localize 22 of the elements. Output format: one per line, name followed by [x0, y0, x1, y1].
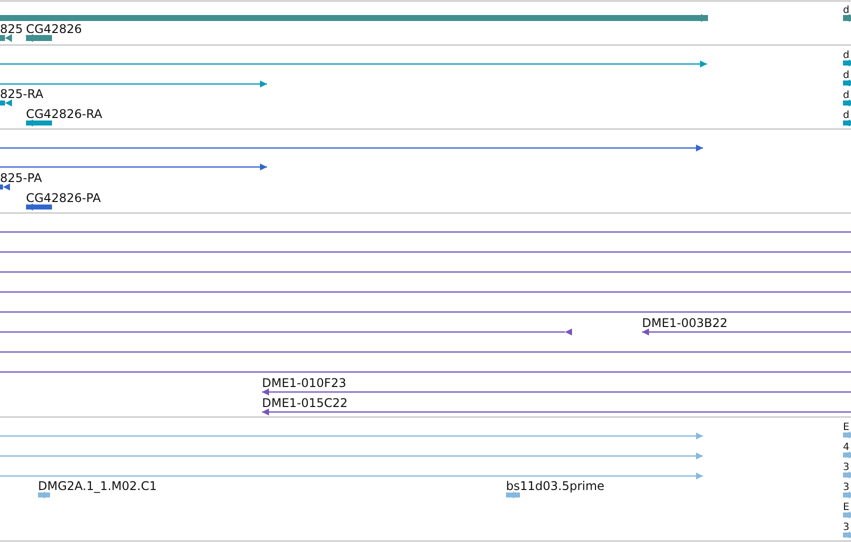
feature-label: 3 — [843, 482, 850, 493]
feature-label: E — [843, 422, 850, 433]
feature-label: 825-PA — [0, 171, 42, 185]
feature-label: 3 — [843, 522, 850, 533]
feature-label: DME1-015C22 — [262, 396, 348, 410]
feature-label: DME1-010F23 — [262, 376, 346, 390]
feature-label: 825 — [0, 22, 23, 36]
feature-label: d — [843, 5, 850, 16]
feature-label: CG42826 — [26, 22, 82, 36]
feature-label: CG42826-RA — [26, 107, 102, 121]
feature-label: E — [843, 502, 850, 513]
feature-label: 825-RA — [0, 87, 44, 101]
feature-label: DMG2A.1_1.M02.C1 — [38, 479, 157, 493]
feature-label: d — [843, 90, 850, 101]
feature-label: bs11d03.5prime — [506, 479, 604, 493]
feature-label: DME1-003B22 — [642, 316, 728, 330]
feature-label: d — [843, 70, 850, 81]
feature-label: d — [843, 50, 850, 61]
feature-label: 4 — [843, 442, 850, 453]
feature-label: 3 — [843, 462, 850, 473]
feature-label: d — [843, 110, 850, 121]
feature-label: CG42826-PA — [26, 191, 101, 205]
